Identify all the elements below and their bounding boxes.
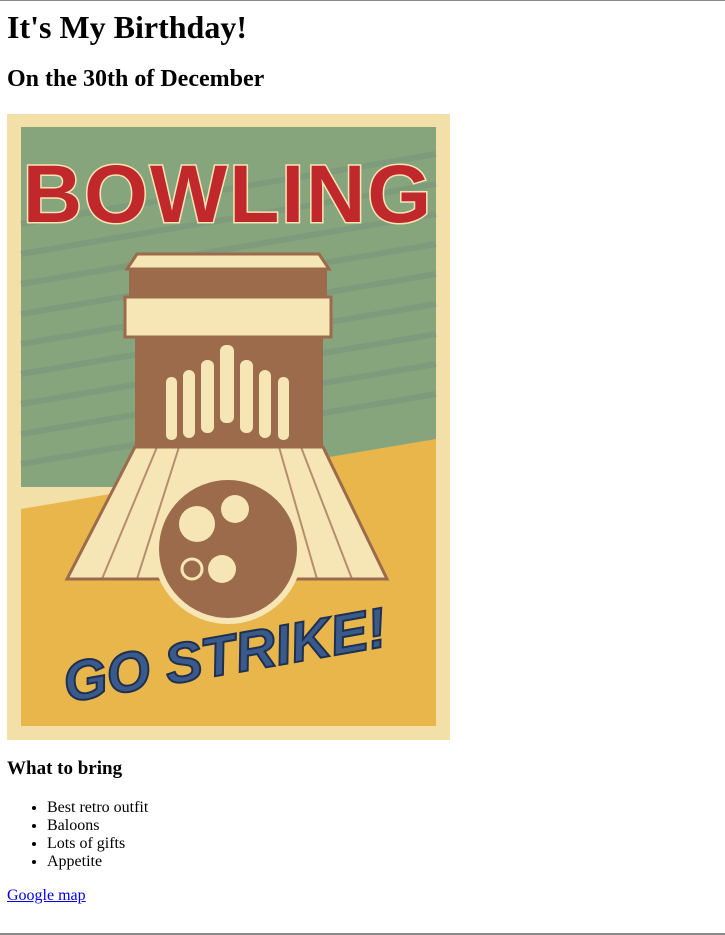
page-subtitle: On the 30th of December [7,66,265,92]
list-item: Best retro outfit [47,799,148,817]
top-divider [0,0,725,1]
list-item: Baloons [47,817,148,835]
google-map-link[interactable]: Google map [7,887,86,905]
bring-list: Best retro outfit Baloons Lots of gifts … [7,799,148,871]
list-item: Lots of gifts [47,835,148,853]
bowling-poster-image: BOWLING GO STRIKE! [7,114,450,740]
bring-heading: What to bring [7,758,123,779]
list-item: Appetite [47,853,148,871]
poster-headline: BOWLING [23,149,433,240]
page-title: It's My Birthday! [7,9,247,45]
